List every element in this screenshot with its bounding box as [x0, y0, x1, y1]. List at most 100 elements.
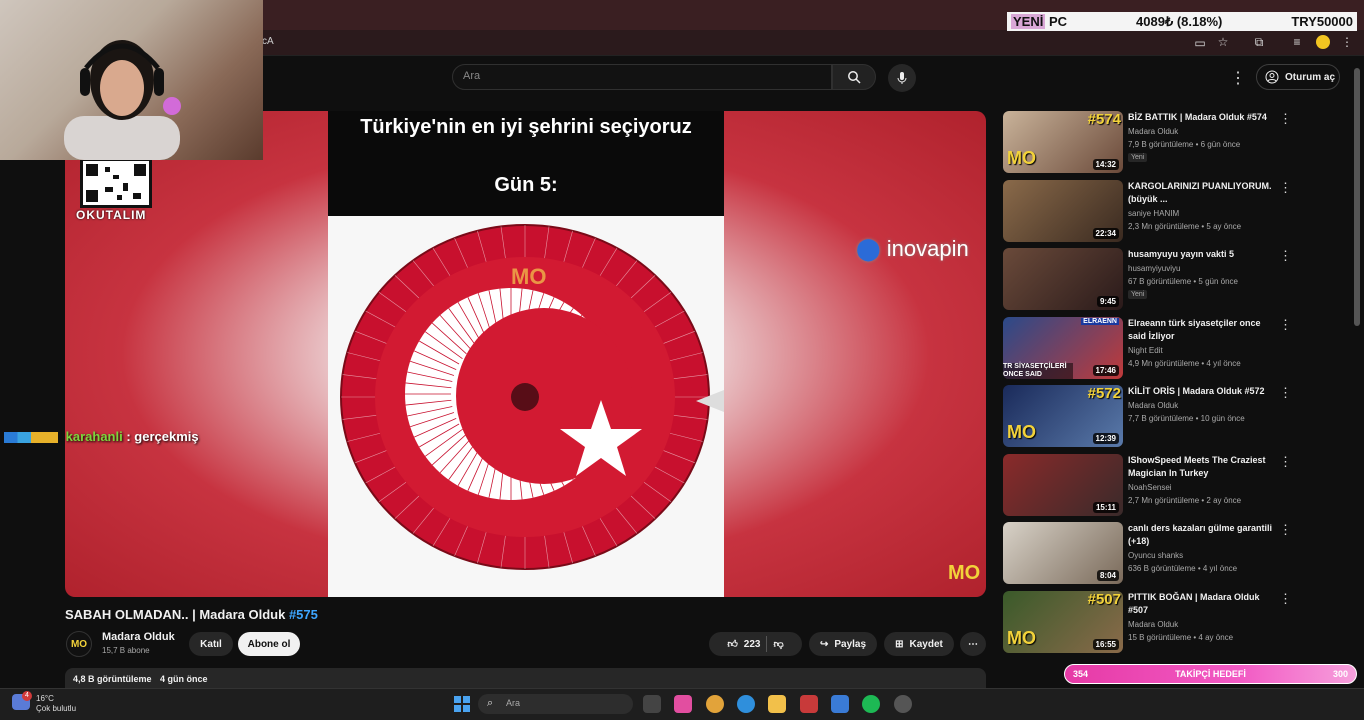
file-explorer-icon[interactable] — [768, 695, 786, 713]
recommendation-title[interactable]: KARGOLARINIZI PUANLIYORUM. (büyük ... — [1128, 180, 1278, 206]
recommendation-channel[interactable]: saniye HANIM — [1128, 209, 1179, 218]
new-badge: Yeni — [1128, 290, 1148, 299]
address-text[interactable]: cA — [262, 36, 274, 47]
task-view-icon[interactable] — [643, 695, 661, 713]
video-thumbnail[interactable]: 22:34 — [1003, 179, 1123, 242]
recommendation-item[interactable]: 9:45 husamyuyu yayın vakti 5 husamyiyuviyu… — [1003, 248, 1343, 310]
app-icon-1[interactable] — [674, 695, 692, 713]
recommendation-item[interactable]: 15:11 IShowSpeed Meets The Craziest Magic… — [1003, 453, 1343, 516]
recommendation-menu-icon[interactable]: ⋮ — [1279, 454, 1292, 470]
recommendation-channel[interactable]: Madara Olduk — [1128, 401, 1178, 410]
spotify-icon[interactable] — [862, 695, 880, 713]
dislike-icon[interactable]: 👎︎ — [773, 638, 783, 650]
recommendation-channel[interactable]: Oyuncu shanks — [1128, 551, 1183, 560]
recommendation-menu-icon[interactable]: ⋮ — [1279, 248, 1292, 264]
voice-search-button[interactable] — [888, 64, 916, 92]
recommendation-title[interactable]: BİZ BATTIK | Madara Olduk #574 — [1128, 111, 1278, 124]
like-divider — [766, 636, 768, 652]
thumbnail-caption-top: ELRAENN — [1081, 317, 1119, 325]
video-duration: 8:04 — [1096, 570, 1119, 581]
recommendation-title[interactable]: IShowSpeed Meets The Craziest Magician I… — [1128, 454, 1278, 480]
weather-description[interactable]: Çok bulutlu — [36, 704, 76, 713]
share-button[interactable]: ↪ Paylaş — [809, 632, 877, 656]
ticker-value: 4089₺ (8.18%) — [1136, 13, 1223, 29]
recommendation-channel[interactable]: husamyiyuviyu — [1128, 264, 1180, 273]
recommendation-menu-icon[interactable]: ⋮ — [1279, 385, 1292, 401]
taskbar-search-icon: ⌕ — [487, 697, 494, 709]
video-thumbnail[interactable]: #572 MO 12:39 — [1003, 385, 1123, 447]
channel-name[interactable]: Madara Olduk — [102, 631, 175, 643]
app-icon-4[interactable] — [894, 695, 912, 713]
recommendation-channel[interactable]: NoahSensei — [1128, 483, 1172, 492]
sign-in-button[interactable]: Oturum aç — [1256, 64, 1340, 90]
join-button[interactable]: Katıl — [189, 632, 233, 656]
recommendation-title[interactable]: PITTIK BOĞAN | Madara Olduk #507 — [1128, 591, 1278, 617]
video-duration: 9:45 — [1096, 296, 1119, 307]
recommendation-menu-icon[interactable]: ⋮ — [1279, 111, 1292, 127]
recommendation-item[interactable]: #574 MO 14:32 BİZ BATTIK | Madara Olduk #57… — [1003, 111, 1343, 173]
recommendation-channel[interactable]: Madara Olduk — [1128, 620, 1178, 629]
video-title: SABAH OLMADAN.. | Madara Olduk #575 — [65, 607, 318, 622]
more-actions-button[interactable]: ⋯ — [960, 632, 986, 656]
like-dislike-group: 👍︎ 223 👎︎ — [709, 632, 802, 656]
recommendation-title[interactable]: KİLİT ORİS | Madara Olduk #572 — [1128, 385, 1278, 398]
goal-label: TAKİPÇİ HEDEFİ — [1175, 669, 1246, 679]
recommendation-item[interactable]: #507 MO 16:55 PITTIK BOĞAN | Madara Olduk #… — [1003, 590, 1343, 653]
search-input[interactable]: Ara — [452, 64, 832, 90]
bookmark-star-icon[interactable]: ☆ — [1216, 35, 1230, 49]
recommendation-menu-icon[interactable]: ⋮ — [1279, 591, 1292, 607]
profile-avatar[interactable] — [1316, 35, 1330, 49]
video-thumbnail[interactable]: 15:11 — [1003, 453, 1123, 516]
edge-icon[interactable] — [737, 695, 755, 713]
recommendation-item[interactable]: #572 MO 12:39 KİLİT ORİS | Madara Olduk #57… — [1003, 385, 1343, 447]
recommendation-channel[interactable]: Night Edit — [1128, 346, 1163, 355]
recommendation-title[interactable]: canlı ders kazaları gülme garantili (+18… — [1128, 522, 1278, 548]
like-count[interactable]: 223 — [744, 639, 761, 650]
settings-menu-icon[interactable]: ⋮ — [1230, 68, 1246, 88]
recommendation-title[interactable]: husamyuyu yayın vakti 5 — [1128, 248, 1278, 261]
video-thumbnail[interactable]: ELRAENN TR SİYASETÇİLERİ ONCE SAID 17:46 — [1003, 316, 1123, 379]
chat-badges — [4, 432, 58, 444]
video-thumbnail[interactable]: 8:04 — [1003, 522, 1123, 584]
goal-target: 300 — [1332, 669, 1348, 679]
channel-avatar[interactable]: MO — [66, 631, 92, 657]
extensions-icon[interactable]: ⧉ — [1252, 35, 1266, 49]
video-hashtag[interactable]: #575 — [289, 607, 318, 622]
video-thumbnail[interactable]: #507 MO 16:55 — [1003, 590, 1123, 653]
qr-code — [80, 158, 152, 208]
description-box[interactable]: 4,8 B görüntüleme 4 gün önce — [65, 668, 986, 690]
like-icon[interactable]: 👍︎ — [727, 638, 737, 650]
streamer-webcam-figure — [64, 40, 181, 160]
recommendation-meta: 7,7 B görüntüleme • 10 gün önce — [1128, 414, 1245, 423]
recommendation-item[interactable]: ELRAENN TR SİYASETÇİLERİ ONCE SAID 17:46 El… — [1003, 316, 1343, 379]
recommendation-title[interactable]: Elraeann türk siyasetçiler once said İzl… — [1128, 317, 1278, 343]
video-thumbnail[interactable]: 9:45 — [1003, 248, 1123, 310]
recommendation-menu-icon[interactable]: ⋮ — [1279, 180, 1292, 196]
video-duration: 14:32 — [1092, 159, 1119, 170]
search-button[interactable] — [832, 64, 876, 90]
qr-label: OKUTALIM — [76, 208, 147, 222]
recommendation-meta: 2,7 Mn görüntüleme • 2 ay önce — [1128, 495, 1242, 505]
cast-icon[interactable]: ▭ — [1193, 36, 1207, 50]
save-button[interactable]: ⊞ Kaydet — [884, 632, 954, 656]
weather-badge: 4 — [22, 691, 32, 701]
recommendation-menu-icon[interactable]: ⋮ — [1279, 522, 1292, 538]
thumbnail-episode-number: #574 — [1087, 111, 1121, 128]
recommendation-menu-icon[interactable]: ⋮ — [1279, 317, 1292, 333]
subscribe-button[interactable]: Abone ol — [238, 632, 300, 656]
chat-message: karahanli : gerçekmiş — [4, 429, 199, 444]
windows-start-icon[interactable] — [454, 696, 470, 712]
recommendation-channel[interactable]: Madara Olduk — [1128, 127, 1178, 136]
taskbar-search-input[interactable]: Ara — [478, 694, 633, 714]
video-thumbnail[interactable]: #574 MO 14:32 — [1003, 111, 1123, 173]
app-icon-2[interactable] — [800, 695, 818, 713]
browser-menu-icon[interactable]: ⋮ — [1340, 35, 1354, 49]
app-icon-3[interactable] — [831, 695, 849, 713]
page-scrollbar[interactable] — [1354, 68, 1360, 326]
thumbnail-episode-number: #572 — [1087, 385, 1121, 402]
reading-list-icon[interactable]: ≡ — [1290, 35, 1304, 49]
chrome-icon[interactable] — [706, 695, 724, 713]
recommendation-item[interactable]: 8:04 canlı ders kazaları gülme garantili … — [1003, 522, 1343, 584]
weather-temperature[interactable]: 16°C — [36, 694, 54, 703]
recommendation-item[interactable]: 22:34 KARGOLARINIZI PUANLIYORUM. (büyük .… — [1003, 179, 1343, 242]
